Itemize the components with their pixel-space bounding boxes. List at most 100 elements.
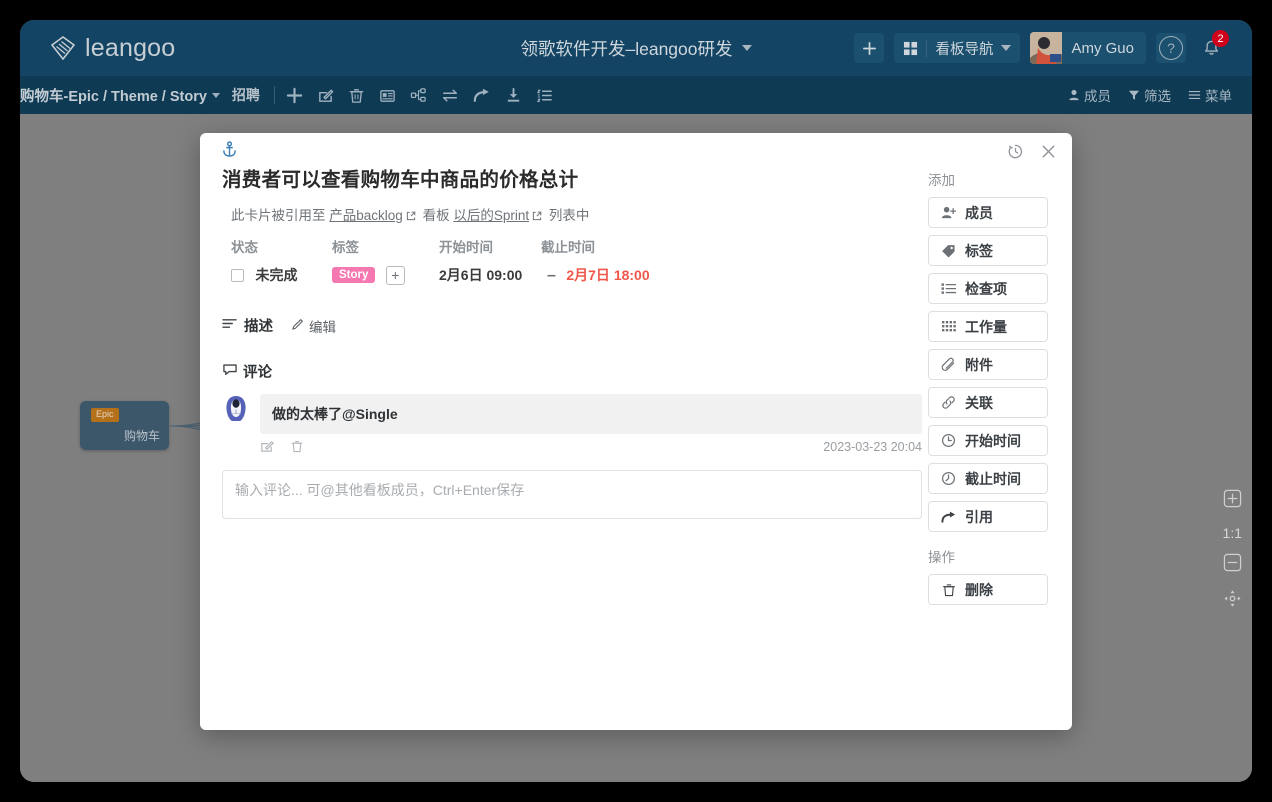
card-label: 购物车	[124, 427, 160, 444]
external-link-icon	[406, 209, 416, 224]
meta-value-row: 未完成 Story + 2月6日 09:00 – 2月7日 18:00	[231, 265, 922, 285]
reference-board-word: 看板	[423, 208, 450, 223]
user-name: Amy Guo	[1071, 40, 1134, 57]
close-x-icon[interactable]	[1040, 143, 1057, 165]
sidebar-item-start-time[interactable]: 开始时间	[928, 425, 1048, 456]
card-meta: 状态 标签 开始时间 截止时间 未完成 Story +	[231, 236, 922, 285]
anchor-icon[interactable]	[222, 141, 237, 163]
sidebar-item-checklist[interactable]: 检查项	[928, 273, 1048, 304]
add-tag-button[interactable]: +	[386, 266, 405, 285]
add-button[interactable]	[854, 33, 884, 63]
sidebar-item-due-time[interactable]: 截止时间	[928, 463, 1048, 494]
fit-to-screen-icon[interactable]	[1223, 589, 1242, 613]
sitemap-icon[interactable]	[410, 87, 427, 104]
sidebar-item-member[interactable]: 成员	[928, 197, 1048, 228]
sidebar-item-label: 成员	[965, 203, 993, 223]
sidebar-item-workload[interactable]: 工作量	[928, 311, 1048, 342]
hooded-person-avatar-icon[interactable]	[222, 394, 250, 422]
breadcrumb-text: 购物车-Epic / Theme / Story	[20, 85, 207, 106]
description-lines-icon	[222, 317, 237, 335]
comment-input-placeholder: 输入评论... 可@其他看板成员，Ctrl+Enter保存	[235, 480, 524, 500]
filter-button[interactable]: 筛选	[1128, 85, 1171, 105]
menu-button[interactable]: 菜单	[1188, 85, 1232, 105]
sidebar-item-delete[interactable]: 删除	[928, 574, 1048, 605]
edit-square-icon[interactable]	[260, 439, 274, 458]
mindmap-card-epic[interactable]: Epic 购物车	[80, 401, 169, 450]
comment-actions: 2023-03-23 20:04	[260, 439, 922, 458]
clock-due-icon	[941, 471, 956, 486]
status-field[interactable]: 未完成	[231, 265, 332, 285]
funnel-icon	[1128, 89, 1140, 101]
brand[interactable]: leangoo	[50, 34, 175, 63]
sidebar-add-header: 添加	[928, 169, 1048, 189]
reference-line: 此卡片被引用至 产品backlog 看板 以后的Sprint 列表中	[231, 204, 922, 224]
members-label: 成员	[1084, 85, 1111, 105]
subbar-right-actions: 成员 筛选 菜单	[1068, 76, 1232, 114]
sidebar-item-label: 删除	[965, 580, 993, 600]
grid-squares-icon	[903, 41, 918, 56]
tag-icon	[941, 244, 956, 258]
start-time-value[interactable]: 2月6日 09:00	[439, 265, 541, 285]
notifications-button[interactable]: 2	[1196, 33, 1226, 63]
breadcrumb[interactable]: 购物车-Epic / Theme / Story	[20, 85, 220, 106]
comments-label: 评论	[243, 361, 272, 382]
breadcrumb-extra: 招聘	[232, 85, 260, 105]
grid-dots-icon	[941, 320, 956, 333]
user-menu[interactable]: Amy Guo	[1030, 32, 1146, 64]
mindmap-canvas[interactable]: Epic 购物车 1:1	[20, 114, 1252, 782]
sidebar-ops-header: 操作	[928, 546, 1048, 566]
reference-suffix: 列表中	[549, 208, 590, 223]
sidebar-item-attachment[interactable]: 附件	[928, 349, 1048, 380]
filter-label: 筛选	[1144, 85, 1171, 105]
board-nav-label: 看板导航	[935, 38, 993, 59]
avatar	[1030, 32, 1062, 64]
share-arrow-icon[interactable]	[473, 87, 491, 104]
checkbox-unchecked-icon[interactable]	[231, 269, 244, 282]
history-clock-icon[interactable]	[1007, 143, 1024, 165]
modal-header-actions	[1007, 143, 1057, 165]
top-navbar: leangoo 领歌软件开发–leangoo研发	[20, 20, 1252, 76]
trash-icon[interactable]	[348, 87, 365, 104]
notification-badge: 2	[1212, 30, 1229, 47]
ordered-list-icon[interactable]	[536, 87, 553, 104]
card-toolbar	[286, 87, 553, 104]
description-edit-button[interactable]: 编辑	[291, 316, 336, 336]
meta-header-start: 开始时间	[439, 236, 541, 256]
board-title-dropdown[interactable]: 领歌软件开发–leangoo研发	[520, 36, 751, 61]
reference-list-link[interactable]: 以后的Sprint	[453, 208, 529, 223]
status-value: 未完成	[255, 267, 297, 283]
sidebar-item-quote[interactable]: 引用	[928, 501, 1048, 532]
card-sidebar: 添加 成员	[928, 169, 1048, 612]
user-icon	[1068, 89, 1080, 101]
clock-start-icon	[941, 433, 956, 448]
sidebar-item-tag[interactable]: 标签	[928, 235, 1048, 266]
chevron-down-icon	[212, 93, 220, 98]
trash-icon	[941, 582, 956, 597]
status-badge[interactable]: Story	[332, 267, 375, 283]
zoom-scale-label[interactable]: 1:1	[1223, 525, 1242, 541]
question-circle-icon: ?	[1159, 36, 1183, 60]
edit-square-icon[interactable]	[317, 87, 334, 104]
zoom-out-square-icon[interactable]	[1223, 553, 1242, 577]
sidebar-item-label: 关联	[965, 393, 993, 413]
download-icon[interactable]	[505, 87, 522, 104]
due-time-value[interactable]: 2月7日 18:00	[566, 267, 649, 283]
app-window: leangoo 领歌软件开发–leangoo研发	[20, 20, 1252, 782]
reference-prefix: 此卡片被引用至	[231, 208, 326, 223]
comment-input[interactable]: 输入评论... 可@其他看板成员，Ctrl+Enter保存	[222, 470, 922, 519]
sidebar-item-link[interactable]: 关联	[928, 387, 1048, 418]
sidebar-item-label: 截止时间	[965, 469, 1021, 489]
add-card-icon[interactable]	[286, 87, 303, 104]
board-title-text: 领歌软件开发–leangoo研发	[520, 36, 732, 61]
members-button[interactable]: 成员	[1068, 85, 1111, 105]
trash-icon[interactable]	[290, 439, 304, 458]
zoom-in-square-icon[interactable]	[1223, 489, 1242, 513]
sidebar-item-label: 标签	[965, 241, 993, 261]
card-view-icon[interactable]	[379, 87, 396, 104]
description-label: 描述	[244, 315, 273, 336]
board-nav-button[interactable]: 看板导航	[894, 33, 1020, 63]
swap-arrows-icon[interactable]	[441, 87, 459, 104]
help-button[interactable]: ?	[1156, 33, 1186, 63]
reference-board-link[interactable]: 产品backlog	[329, 208, 403, 223]
sidebar-item-label: 引用	[965, 507, 993, 527]
